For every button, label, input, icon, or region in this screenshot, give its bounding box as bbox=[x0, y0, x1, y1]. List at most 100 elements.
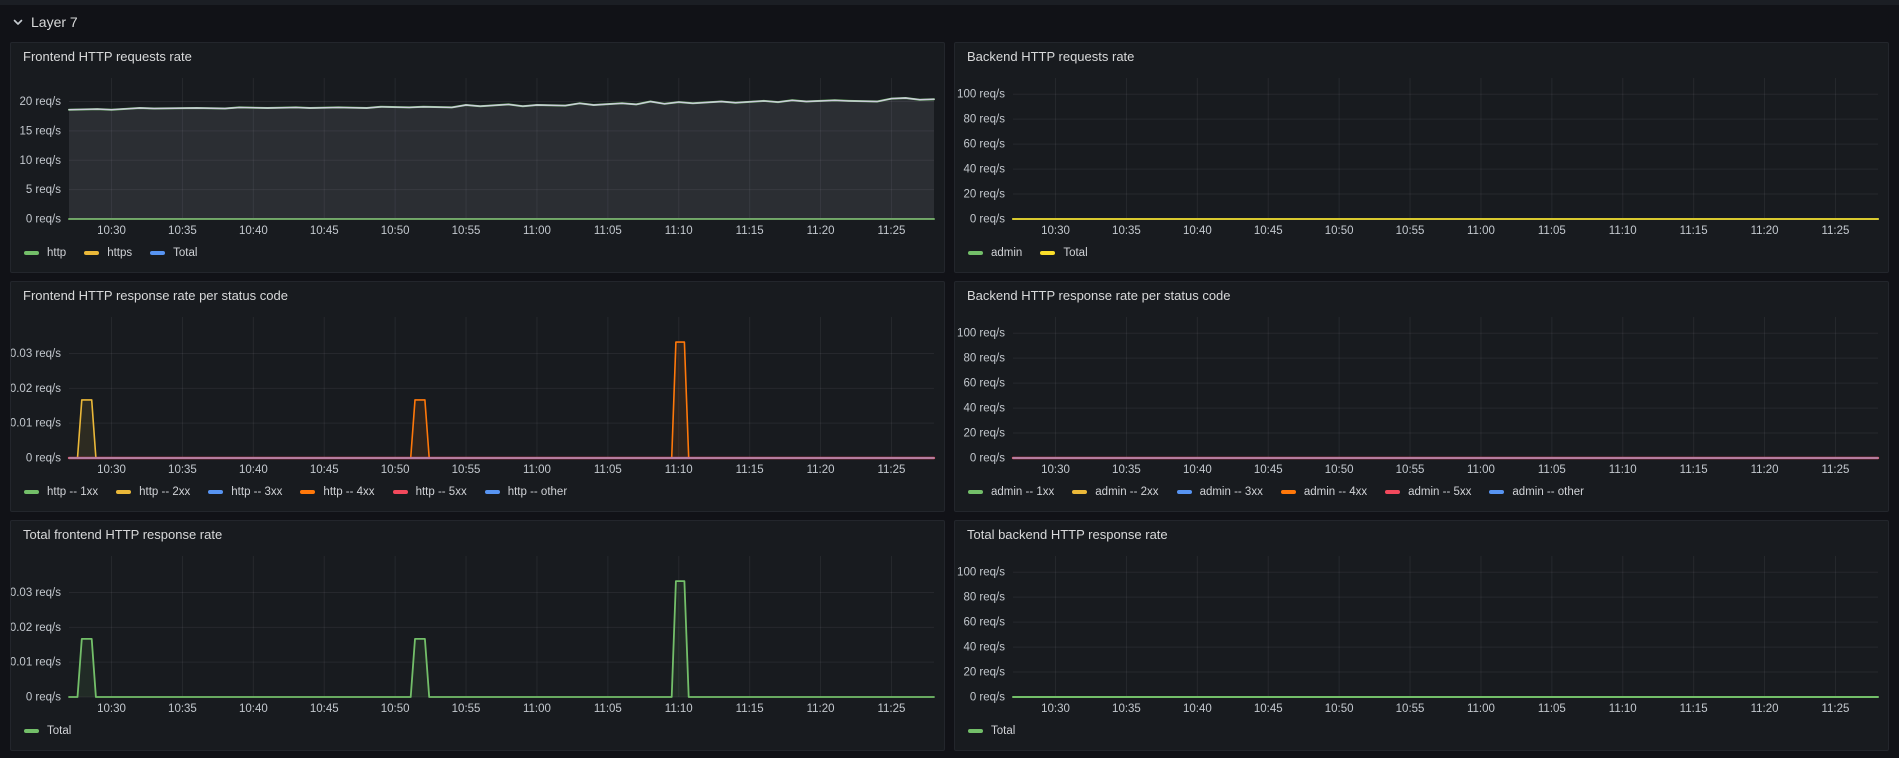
svg-text:11:00: 11:00 bbox=[523, 464, 551, 476]
panel-title[interactable]: Frontend HTTP requests rate bbox=[11, 43, 944, 70]
panel-legend: admin -- 1xx admin -- 2xx admin -- 3xx admi… bbox=[955, 479, 1888, 511]
panel-legend: Total bbox=[11, 718, 944, 750]
panel-title[interactable]: Total frontend HTTP response rate bbox=[11, 521, 944, 548]
legend-item[interactable]: http -- 3xx bbox=[208, 486, 282, 498]
svg-text:10:35: 10:35 bbox=[168, 225, 197, 237]
svg-text:11:20: 11:20 bbox=[807, 703, 835, 715]
svg-text:20 req/s: 20 req/s bbox=[963, 428, 1005, 440]
timeseries-svg[interactable]: 0 req/s20 req/s40 req/s60 req/s80 req/s1… bbox=[955, 309, 1888, 479]
legend-series-label: Total bbox=[173, 247, 197, 259]
svg-text:0.02 req/s: 0.02 req/s bbox=[11, 383, 61, 395]
legend-item[interactable]: http -- other bbox=[485, 486, 567, 498]
legend-item[interactable]: http bbox=[24, 247, 66, 259]
chart-plot[interactable]: 0 req/s20 req/s40 req/s60 req/s80 req/s1… bbox=[955, 70, 1888, 240]
legend-item[interactable]: admin -- 2xx bbox=[1072, 486, 1158, 498]
legend-series-label: admin -- 3xx bbox=[1200, 486, 1263, 498]
svg-text:10:50: 10:50 bbox=[1325, 464, 1354, 476]
svg-text:10:30: 10:30 bbox=[1041, 225, 1070, 237]
svg-text:11:05: 11:05 bbox=[594, 225, 622, 237]
legend-series-swatch bbox=[968, 251, 983, 255]
svg-text:11:15: 11:15 bbox=[736, 703, 764, 715]
legend-series-swatch bbox=[968, 490, 983, 494]
legend-series-swatch bbox=[24, 729, 39, 733]
row-header-layer7[interactable]: Layer 7 bbox=[12, 11, 78, 33]
svg-text:40 req/s: 40 req/s bbox=[963, 403, 1005, 415]
svg-text:11:25: 11:25 bbox=[877, 703, 905, 715]
legend-item[interactable]: admin bbox=[968, 247, 1022, 259]
svg-text:10:55: 10:55 bbox=[452, 703, 481, 715]
svg-text:20 req/s: 20 req/s bbox=[963, 189, 1005, 201]
svg-text:0.01 req/s: 0.01 req/s bbox=[11, 418, 61, 430]
legend-item[interactable]: Total bbox=[1040, 247, 1087, 259]
legend-item[interactable]: http -- 1xx bbox=[24, 486, 98, 498]
svg-text:10:50: 10:50 bbox=[381, 703, 410, 715]
svg-text:11:20: 11:20 bbox=[1751, 464, 1779, 476]
svg-text:40 req/s: 40 req/s bbox=[963, 164, 1005, 176]
panel-title[interactable]: Backend HTTP requests rate bbox=[955, 43, 1888, 70]
legend-item[interactable]: Total bbox=[968, 725, 1015, 737]
svg-text:10:50: 10:50 bbox=[1325, 703, 1354, 715]
legend-item[interactable]: admin -- other bbox=[1489, 486, 1584, 498]
timeseries-svg[interactable]: 0 req/s20 req/s40 req/s60 req/s80 req/s1… bbox=[955, 70, 1888, 240]
panel-title[interactable]: Backend HTTP response rate per status co… bbox=[955, 282, 1888, 309]
svg-text:0 req/s: 0 req/s bbox=[970, 453, 1005, 465]
legend-item[interactable]: Total bbox=[150, 247, 197, 259]
svg-text:10 req/s: 10 req/s bbox=[19, 155, 61, 167]
svg-text:80 req/s: 80 req/s bbox=[963, 592, 1005, 604]
svg-text:15 req/s: 15 req/s bbox=[19, 125, 61, 137]
panel-legend: admin Total bbox=[955, 240, 1888, 272]
timeseries-svg[interactable]: 0 req/s0.01 req/s0.02 req/s0.03 req/s10:… bbox=[11, 309, 944, 479]
svg-text:10:40: 10:40 bbox=[1183, 225, 1212, 237]
svg-text:11:10: 11:10 bbox=[1609, 464, 1637, 476]
legend-series-label: Total bbox=[991, 725, 1015, 737]
svg-text:10:30: 10:30 bbox=[1041, 703, 1070, 715]
legend-item[interactable]: http -- 4xx bbox=[300, 486, 374, 498]
panel-legend: http -- 1xx http -- 2xx http -- 3xx http --… bbox=[11, 479, 944, 511]
chevron-down-icon[interactable] bbox=[12, 16, 24, 28]
svg-text:11:15: 11:15 bbox=[736, 225, 764, 237]
legend-series-label: https bbox=[107, 247, 132, 259]
chart-plot[interactable]: 0 req/s5 req/s10 req/s15 req/s20 req/s10… bbox=[11, 70, 944, 240]
chart-plot[interactable]: 0 req/s0.01 req/s0.02 req/s0.03 req/s10:… bbox=[11, 548, 944, 718]
svg-text:11:25: 11:25 bbox=[877, 225, 905, 237]
chart-plot[interactable]: 0 req/s20 req/s40 req/s60 req/s80 req/s1… bbox=[955, 548, 1888, 718]
legend-item[interactable]: admin -- 5xx bbox=[1385, 486, 1471, 498]
svg-text:40 req/s: 40 req/s bbox=[963, 642, 1005, 654]
legend-series-label: Total bbox=[1063, 247, 1087, 259]
legend-series-label: admin -- other bbox=[1512, 486, 1584, 498]
legend-item[interactable]: admin -- 1xx bbox=[968, 486, 1054, 498]
top-toolbar-edge bbox=[0, 0, 1899, 5]
legend-item[interactable]: http -- 2xx bbox=[116, 486, 190, 498]
svg-text:0.03 req/s: 0.03 req/s bbox=[11, 348, 61, 360]
chart-plot[interactable]: 0 req/s20 req/s40 req/s60 req/s80 req/s1… bbox=[955, 309, 1888, 479]
svg-text:10:50: 10:50 bbox=[1325, 225, 1354, 237]
timeseries-svg[interactable]: 0 req/s0.01 req/s0.02 req/s0.03 req/s10:… bbox=[11, 548, 944, 718]
legend-series-swatch bbox=[485, 490, 500, 494]
svg-text:10:45: 10:45 bbox=[310, 703, 339, 715]
panel-title[interactable]: Total backend HTTP response rate bbox=[955, 521, 1888, 548]
legend-item[interactable]: https bbox=[84, 247, 132, 259]
svg-text:80 req/s: 80 req/s bbox=[963, 114, 1005, 126]
legend-item[interactable]: admin -- 3xx bbox=[1177, 486, 1263, 498]
legend-item[interactable]: http -- 5xx bbox=[393, 486, 467, 498]
svg-text:10:50: 10:50 bbox=[381, 464, 410, 476]
svg-text:10:55: 10:55 bbox=[1396, 225, 1425, 237]
timeseries-svg[interactable]: 0 req/s20 req/s40 req/s60 req/s80 req/s1… bbox=[955, 548, 1888, 718]
timeseries-svg[interactable]: 0 req/s5 req/s10 req/s15 req/s20 req/s10… bbox=[11, 70, 944, 240]
panel-frontend-http-requests-rate: Frontend HTTP requests rate0 req/s5 req/… bbox=[10, 42, 945, 273]
legend-series-swatch bbox=[1040, 251, 1055, 255]
panel-legend: http https Total bbox=[11, 240, 944, 272]
legend-item[interactable]: Total bbox=[24, 725, 71, 737]
legend-series-label: http bbox=[47, 247, 66, 259]
panel-title[interactable]: Frontend HTTP response rate per status c… bbox=[11, 282, 944, 309]
legend-series-swatch bbox=[150, 251, 165, 255]
chart-plot[interactable]: 0 req/s0.01 req/s0.02 req/s0.03 req/s10:… bbox=[11, 309, 944, 479]
svg-text:10:45: 10:45 bbox=[1254, 464, 1283, 476]
svg-text:5 req/s: 5 req/s bbox=[26, 184, 61, 196]
legend-item[interactable]: admin -- 4xx bbox=[1281, 486, 1367, 498]
legend-series-label: admin bbox=[991, 247, 1022, 259]
svg-text:11:00: 11:00 bbox=[523, 703, 551, 715]
legend-series-label: http -- other bbox=[508, 486, 567, 498]
legend-series-label: admin -- 4xx bbox=[1304, 486, 1367, 498]
svg-text:20 req/s: 20 req/s bbox=[19, 96, 61, 108]
